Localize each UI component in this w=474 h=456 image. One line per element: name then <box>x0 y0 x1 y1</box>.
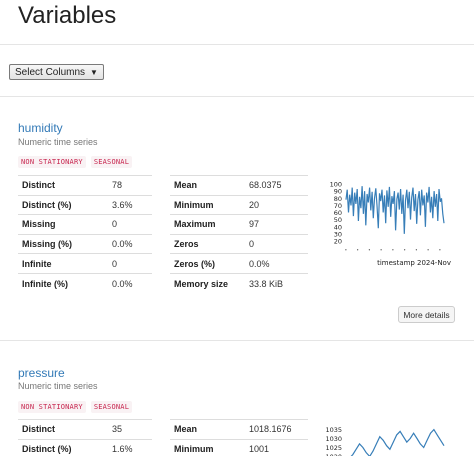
stat-value: 0.0% <box>245 253 308 274</box>
table-row: Distinct 78 <box>18 175 152 196</box>
x-axis-label: timestamp <box>377 259 415 267</box>
table-row: Distinct (%) 1.6% <box>18 438 152 456</box>
x-tick-label: • <box>391 248 396 253</box>
stat-value: 0.0% <box>108 272 152 294</box>
x-tick-label: • <box>379 248 384 253</box>
tag-seasonal: SEASONAL <box>90 401 133 413</box>
stat-label: Distinct (%) <box>18 438 108 456</box>
stat-label: Mean <box>170 419 245 440</box>
y-tick-label: 1035 <box>326 426 342 434</box>
stat-label: Distinct (%) <box>18 194 108 215</box>
page-title: Variables <box>18 2 117 29</box>
stat-value: 33.8 KiB <box>245 272 308 294</box>
y-tick-label: 60 <box>334 209 342 217</box>
series-line <box>345 186 445 234</box>
variable-tags: NON STATIONARY SEASONAL <box>18 401 133 413</box>
stat-label: Infinite <box>18 253 108 274</box>
x-tick-label: • <box>356 248 361 253</box>
table-row: Minimum 1001 <box>170 438 308 456</box>
variable-tags: NON STATIONARY SEASONAL <box>18 156 133 168</box>
tag-non-stationary: NON STATIONARY <box>18 156 86 168</box>
variable-name-link[interactable]: humidity <box>18 121 63 135</box>
y-tick-label: 100 <box>330 181 342 189</box>
stat-label: Minimum <box>170 194 245 215</box>
stat-value: 20 <box>245 194 308 215</box>
variable-type: Numeric time series <box>18 137 98 147</box>
stat-label: Zeros <box>170 233 245 254</box>
stat-label: Missing <box>18 214 108 235</box>
table-row: Mean 1018.1676 <box>170 419 308 440</box>
stat-value: 1018.1676 <box>245 419 308 440</box>
stat-label: Memory size <box>170 272 245 294</box>
x-tick-label: • <box>415 248 420 253</box>
x-tick-label: • <box>438 248 443 253</box>
select-columns-label: Select Columns <box>15 66 86 78</box>
stat-value: 1.6% <box>108 438 152 456</box>
stat-value: 0 <box>108 253 152 274</box>
y-tick-label: 30 <box>334 230 342 238</box>
stats-table-right: Mean 68.0375 Minimum 20 Maximum 97 Zeros 0 Z… <box>170 175 308 294</box>
y-tick-label: 90 <box>334 188 342 196</box>
stat-label: Maximum <box>170 214 245 235</box>
table-row: Missing (%) 0.0% <box>18 233 152 254</box>
stat-label: Distinct <box>18 175 108 196</box>
stat-value: 78 <box>108 175 152 196</box>
stats-table-left: Distinct 35 Distinct (%) 1.6% <box>18 419 152 456</box>
stat-label: Missing (%) <box>18 233 108 254</box>
y-tick-label: 70 <box>334 202 342 210</box>
table-row: Memory size 33.8 KiB <box>170 272 308 294</box>
tag-non-stationary: NON STATIONARY <box>18 401 86 413</box>
chevron-down-icon: ▼ <box>90 67 98 77</box>
table-row: Distinct 35 <box>18 419 152 440</box>
stat-label: Zeros (%) <box>170 253 245 274</box>
stat-value: 0 <box>108 214 152 235</box>
x-axis-annotation: 2024-Nov <box>417 259 451 267</box>
table-row: Zeros (%) 0.0% <box>170 253 308 274</box>
stat-value: 0 <box>245 233 308 254</box>
stat-label: Infinite (%) <box>18 272 108 294</box>
x-tick-label: • <box>403 248 408 253</box>
table-row: Zeros 0 <box>170 233 308 254</box>
stat-value: 35 <box>108 419 152 440</box>
table-row: Distinct (%) 3.6% <box>18 194 152 215</box>
stat-label: Minimum <box>170 438 245 456</box>
stat-value: 3.6% <box>108 194 152 215</box>
stats-table-left: Distinct 78 Distinct (%) 3.6% Missing 0 Mis… <box>18 175 152 294</box>
stat-value: 1001 <box>245 438 308 456</box>
select-columns-dropdown[interactable]: Select Columns ▼ <box>9 64 104 80</box>
stat-value: 0.0% <box>108 233 152 254</box>
y-tick-label: 80 <box>334 195 342 203</box>
series-line <box>350 428 445 456</box>
y-tick-label: 1030 <box>326 435 342 443</box>
stat-value: 68.0375 <box>245 175 308 196</box>
y-tick-label: 40 <box>334 223 342 231</box>
humidity-timeseries-chart: 2030405060708090100 • • • • • • • • • timestamp … <box>330 181 451 268</box>
stat-label: Mean <box>170 175 245 196</box>
table-row: Maximum 97 <box>170 214 308 235</box>
table-row: Infinite 0 <box>18 253 152 274</box>
section-divider <box>0 96 474 97</box>
table-row: Missing 0 <box>18 214 152 235</box>
x-tick-label: • <box>344 248 349 253</box>
table-row: Mean 68.0375 <box>170 175 308 196</box>
variable-divider <box>0 340 474 341</box>
x-tick-label: • <box>368 248 373 253</box>
x-tick-label: • <box>426 248 431 253</box>
tag-seasonal: SEASONAL <box>90 156 133 168</box>
table-row: Infinite (%) 0.0% <box>18 272 152 294</box>
title-divider <box>0 44 474 45</box>
more-details-button[interactable]: More details <box>398 306 455 323</box>
stat-label: Distinct <box>18 419 108 440</box>
pressure-timeseries-chart: 1020102510301035 <box>326 426 445 456</box>
y-tick-label: 20 <box>334 238 342 246</box>
stats-table-right: Mean 1018.1676 Minimum 1001 <box>170 419 308 456</box>
y-tick-label: 1025 <box>326 444 342 452</box>
variable-type: Numeric time series <box>18 381 98 391</box>
variable-name-link[interactable]: pressure <box>18 366 65 380</box>
stat-value: 97 <box>245 214 308 235</box>
table-row: Minimum 20 <box>170 194 308 215</box>
y-tick-label: 50 <box>334 216 342 224</box>
